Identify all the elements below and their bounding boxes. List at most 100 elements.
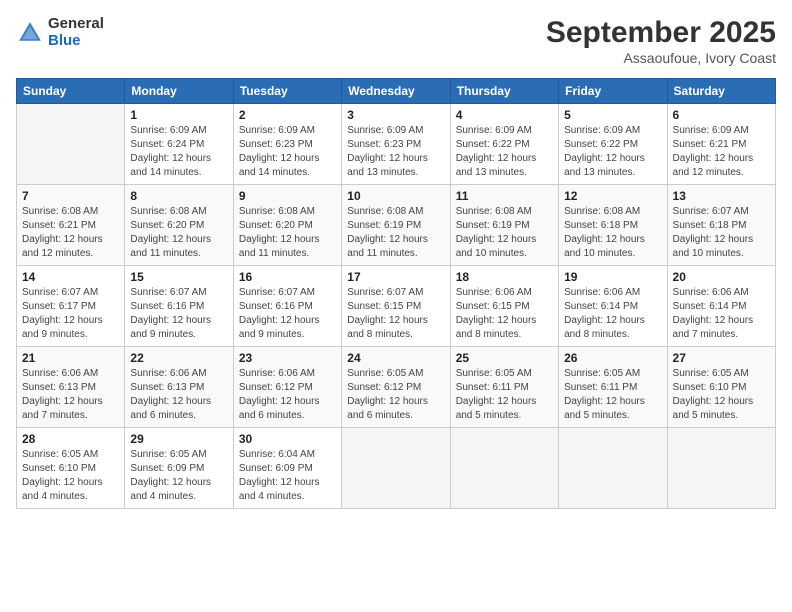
day-number: 26 xyxy=(564,351,661,365)
day-info: Sunrise: 6:08 AM Sunset: 6:20 PM Dayligh… xyxy=(239,205,336,261)
calendar-cell: 5Sunrise: 6:09 AM Sunset: 6:22 PM Daylig… xyxy=(559,104,667,185)
day-info: Sunrise: 6:07 AM Sunset: 6:16 PM Dayligh… xyxy=(130,286,227,342)
day-number: 19 xyxy=(564,270,661,284)
day-number: 1 xyxy=(130,108,227,122)
day-number: 5 xyxy=(564,108,661,122)
page-header: General Blue September 2025 Assaoufoue, … xyxy=(16,16,776,66)
calendar-cell: 27Sunrise: 6:05 AM Sunset: 6:10 PM Dayli… xyxy=(667,347,775,428)
calendar-cell: 19 Sunrise: 6:06 AM Sunset: 6:14 PM Dayli… xyxy=(559,266,667,347)
day-info: Sunrise: 6:09 AM Sunset: 6:23 PM Dayligh… xyxy=(347,124,444,180)
calendar-cell: 26 Sunrise: 6:05 AM Sunset: 6:11 PM Dayli… xyxy=(559,347,667,428)
day-info: Sunrise: 6:06 AM Sunset: 6:14 PM Dayligh… xyxy=(673,286,770,342)
day-number: 23 xyxy=(239,351,336,365)
day-number: 10 xyxy=(347,189,444,203)
day-info: Sunrise: 6:09 AM Sunset: 6:24 PM Dayligh… xyxy=(130,124,227,180)
calendar-cell: 21 Sunrise: 6:06 AM Sunset: 6:13 PM Dayli… xyxy=(17,347,125,428)
day-number: 9 xyxy=(239,189,336,203)
day-info: Sunrise: 6:08 AM Sunset: 6:18 PM Dayligh… xyxy=(564,205,661,261)
day-number: 15 xyxy=(130,270,227,284)
weekday-header: Sunday xyxy=(17,79,125,104)
day-number: 21 xyxy=(22,351,119,365)
day-info: Sunrise: 6:09 AM Sunset: 6:21 PM Dayligh… xyxy=(673,124,770,180)
day-number: 6 xyxy=(673,108,770,122)
calendar-cell: 4 Sunrise: 6:09 AM Sunset: 6:22 PM Daylig… xyxy=(450,104,558,185)
calendar-cell: 2Sunrise: 6:09 AM Sunset: 6:23 PM Daylig… xyxy=(233,104,341,185)
calendar-cell: 25Sunrise: 6:05 AM Sunset: 6:11 PM Dayli… xyxy=(450,347,558,428)
weekday-header: Friday xyxy=(559,79,667,104)
calendar-cell: 30 Sunrise: 6:04 AM Sunset: 6:09 PM Dayli… xyxy=(233,428,341,509)
day-number: 3 xyxy=(347,108,444,122)
calendar-cell: 24 Sunrise: 6:05 AM Sunset: 6:12 PM Dayli… xyxy=(342,347,450,428)
calendar-week-row: 14 Sunrise: 6:07 AM Sunset: 6:17 PM Dayli… xyxy=(17,266,776,347)
calendar-cell: 3 Sunrise: 6:09 AM Sunset: 6:23 PM Daylig… xyxy=(342,104,450,185)
calendar-cell: 9 Sunrise: 6:08 AM Sunset: 6:20 PM Daylig… xyxy=(233,185,341,266)
day-info: Sunrise: 6:08 AM Sunset: 6:21 PM Dayligh… xyxy=(22,205,119,261)
calendar-cell: 16 Sunrise: 6:07 AM Sunset: 6:16 PM Dayli… xyxy=(233,266,341,347)
day-info: Sunrise: 6:07 AM Sunset: 6:16 PM Dayligh… xyxy=(239,286,336,342)
day-number: 11 xyxy=(456,189,553,203)
day-info: Sunrise: 6:06 AM Sunset: 6:13 PM Dayligh… xyxy=(22,367,119,423)
logo-line1: General xyxy=(48,16,104,33)
weekday-header: Tuesday xyxy=(233,79,341,104)
day-info: Sunrise: 6:06 AM Sunset: 6:12 PM Dayligh… xyxy=(239,367,336,423)
day-info: Sunrise: 6:05 AM Sunset: 6:12 PM Dayligh… xyxy=(347,367,444,423)
day-number: 12 xyxy=(564,189,661,203)
day-info: Sunrise: 6:05 AM Sunset: 6:10 PM Dayligh… xyxy=(673,367,770,423)
title-block: September 2025 Assaoufoue, Ivory Coast xyxy=(546,16,776,66)
calendar-week-row: 28 Sunrise: 6:05 AM Sunset: 6:10 PM Dayli… xyxy=(17,428,776,509)
calendar-table: SundayMondayTuesdayWednesdayThursdayFrid… xyxy=(16,78,776,509)
day-info: Sunrise: 6:09 AM Sunset: 6:22 PM Dayligh… xyxy=(456,124,553,180)
day-info: Sunrise: 6:06 AM Sunset: 6:13 PM Dayligh… xyxy=(130,367,227,423)
day-info: Sunrise: 6:06 AM Sunset: 6:14 PM Dayligh… xyxy=(564,286,661,342)
weekday-header: Monday xyxy=(125,79,233,104)
weekday-header: Wednesday xyxy=(342,79,450,104)
logo-text: General Blue xyxy=(48,16,104,49)
day-info: Sunrise: 6:05 AM Sunset: 6:11 PM Dayligh… xyxy=(564,367,661,423)
day-number: 22 xyxy=(130,351,227,365)
day-info: Sunrise: 6:07 AM Sunset: 6:17 PM Dayligh… xyxy=(22,286,119,342)
day-info: Sunrise: 6:05 AM Sunset: 6:10 PM Dayligh… xyxy=(22,448,119,504)
day-number: 8 xyxy=(130,189,227,203)
day-info: Sunrise: 6:08 AM Sunset: 6:19 PM Dayligh… xyxy=(347,205,444,261)
day-info: Sunrise: 6:04 AM Sunset: 6:09 PM Dayligh… xyxy=(239,448,336,504)
calendar-cell: 14 Sunrise: 6:07 AM Sunset: 6:17 PM Dayli… xyxy=(17,266,125,347)
calendar-week-row: 21 Sunrise: 6:06 AM Sunset: 6:13 PM Dayli… xyxy=(17,347,776,428)
day-number: 18 xyxy=(456,270,553,284)
day-number: 16 xyxy=(239,270,336,284)
day-number: 13 xyxy=(673,189,770,203)
calendar-week-row: 1 Sunrise: 6:09 AM Sunset: 6:24 PM Daylig… xyxy=(17,104,776,185)
weekday-header: Saturday xyxy=(667,79,775,104)
logo: General Blue xyxy=(16,16,104,49)
weekday-header: Thursday xyxy=(450,79,558,104)
day-info: Sunrise: 6:05 AM Sunset: 6:11 PM Dayligh… xyxy=(456,367,553,423)
calendar-cell: 15 Sunrise: 6:07 AM Sunset: 6:16 PM Dayli… xyxy=(125,266,233,347)
calendar-header-row: SundayMondayTuesdayWednesdayThursdayFrid… xyxy=(17,79,776,104)
day-number: 30 xyxy=(239,432,336,446)
day-number: 14 xyxy=(22,270,119,284)
calendar-title: September 2025 xyxy=(546,16,776,50)
calendar-cell xyxy=(342,428,450,509)
day-info: Sunrise: 6:07 AM Sunset: 6:15 PM Dayligh… xyxy=(347,286,444,342)
calendar-cell: 22 Sunrise: 6:06 AM Sunset: 6:13 PM Dayli… xyxy=(125,347,233,428)
day-number: 4 xyxy=(456,108,553,122)
day-number: 28 xyxy=(22,432,119,446)
day-info: Sunrise: 6:08 AM Sunset: 6:19 PM Dayligh… xyxy=(456,205,553,261)
calendar-cell: 8 Sunrise: 6:08 AM Sunset: 6:20 PM Daylig… xyxy=(125,185,233,266)
day-number: 29 xyxy=(130,432,227,446)
calendar-cell xyxy=(450,428,558,509)
day-number: 17 xyxy=(347,270,444,284)
calendar-cell: 29Sunrise: 6:05 AM Sunset: 6:09 PM Dayli… xyxy=(125,428,233,509)
day-info: Sunrise: 6:06 AM Sunset: 6:15 PM Dayligh… xyxy=(456,286,553,342)
calendar-cell xyxy=(559,428,667,509)
calendar-cell: 28 Sunrise: 6:05 AM Sunset: 6:10 PM Dayli… xyxy=(17,428,125,509)
day-number: 24 xyxy=(347,351,444,365)
day-info: Sunrise: 6:07 AM Sunset: 6:18 PM Dayligh… xyxy=(673,205,770,261)
calendar-cell xyxy=(667,428,775,509)
calendar-cell: 20Sunrise: 6:06 AM Sunset: 6:14 PM Dayli… xyxy=(667,266,775,347)
calendar-cell: 1 Sunrise: 6:09 AM Sunset: 6:24 PM Daylig… xyxy=(125,104,233,185)
logo-line2: Blue xyxy=(48,33,104,50)
day-info: Sunrise: 6:08 AM Sunset: 6:20 PM Dayligh… xyxy=(130,205,227,261)
calendar-cell: 6 Sunrise: 6:09 AM Sunset: 6:21 PM Daylig… xyxy=(667,104,775,185)
calendar-subtitle: Assaoufoue, Ivory Coast xyxy=(546,50,776,66)
calendar-cell: 7Sunrise: 6:08 AM Sunset: 6:21 PM Daylig… xyxy=(17,185,125,266)
